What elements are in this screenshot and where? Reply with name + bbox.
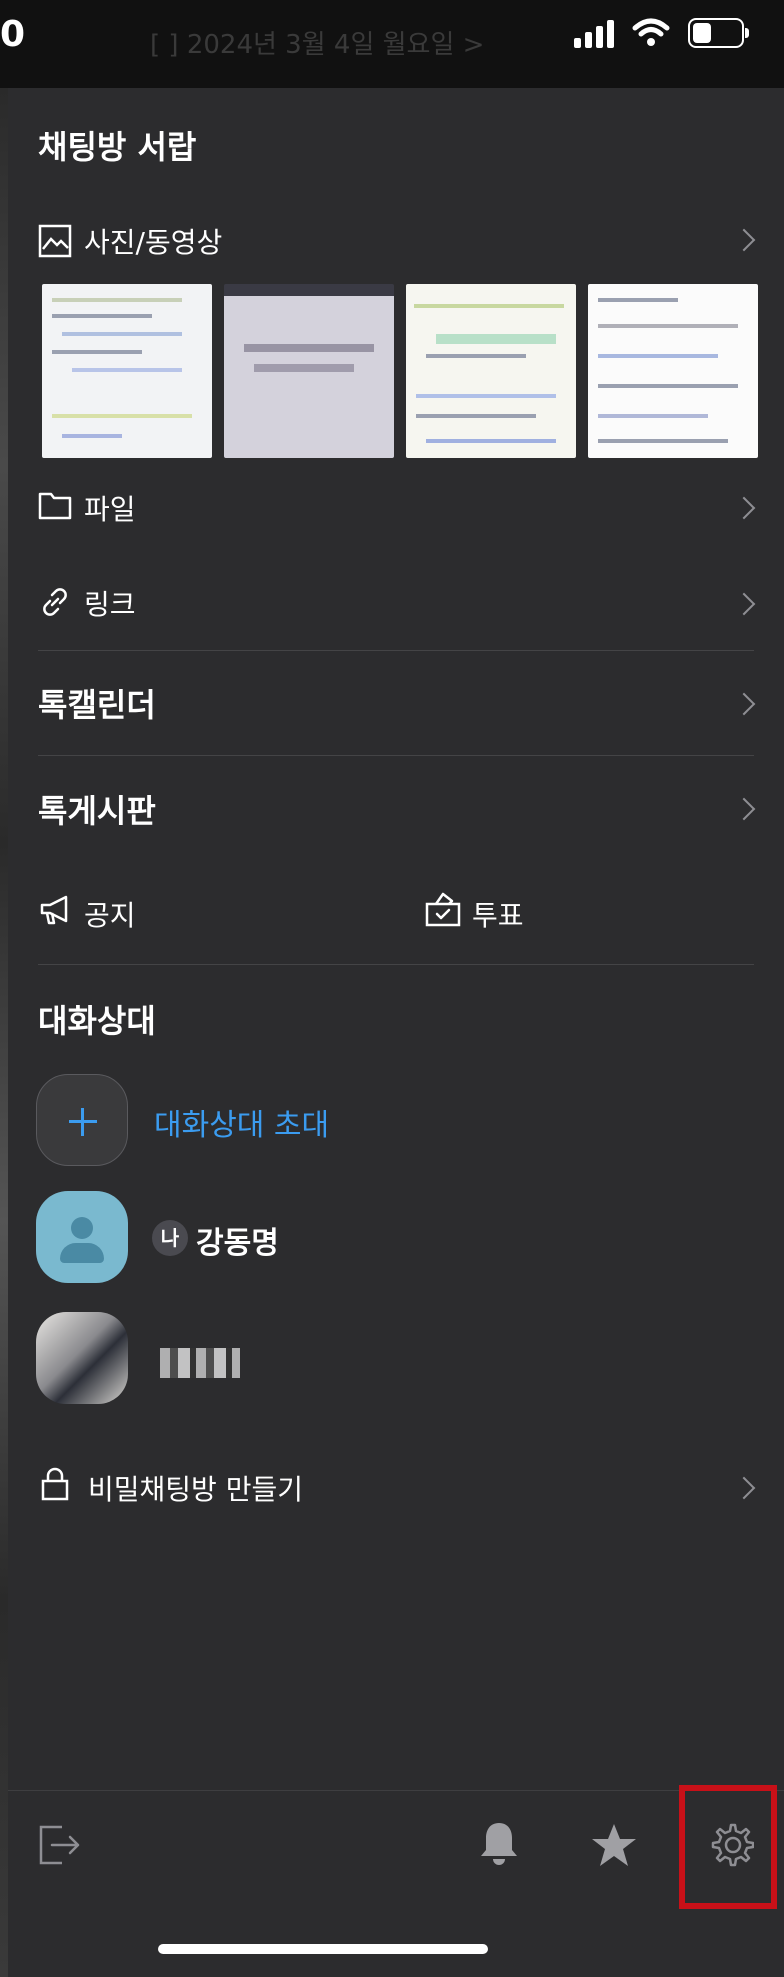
- lock-icon: [41, 1467, 69, 1501]
- links-label: 링크: [84, 588, 136, 621]
- talk-board-label: 톡게시판: [38, 792, 156, 830]
- status-icons: [574, 18, 749, 48]
- background-chat-edge: [0, 88, 8, 1977]
- ballot-box-icon: [425, 892, 461, 927]
- divider: [38, 650, 754, 651]
- star-icon[interactable]: [590, 1822, 638, 1868]
- media-label: 사진/동영상: [84, 226, 223, 259]
- invite-avatar: [36, 1074, 128, 1166]
- me-badge: 나: [152, 1220, 188, 1256]
- link-icon: [43, 588, 67, 616]
- member-name: 강동명: [196, 1226, 279, 1261]
- media-thumbnail[interactable]: [588, 284, 758, 458]
- create-secret-chat-label: 비밀채팅방 만들기: [88, 1473, 303, 1506]
- image-icon: [38, 224, 72, 258]
- divider: [38, 755, 754, 756]
- bell-icon[interactable]: [478, 1820, 520, 1868]
- media-thumbnail[interactable]: [406, 284, 576, 458]
- drawer-bottom-bar: [8, 1790, 784, 1901]
- members-title: 대화상대: [38, 1002, 156, 1040]
- divider: [38, 964, 754, 965]
- megaphone-icon: [40, 895, 68, 925]
- talk-calendar-label: 톡캘린더: [38, 686, 156, 724]
- status-bar: 0 [ ] 2024년 3월 4일 월요일 >: [0, 0, 784, 88]
- invite-member-label: 대화상대 초대: [154, 1108, 330, 1143]
- vote-label: 투표: [472, 899, 524, 932]
- media-thumbnail[interactable]: [224, 284, 394, 458]
- gear-highlight-box: [679, 1785, 777, 1909]
- member-name-redacted: [160, 1348, 240, 1378]
- battery-icon: [688, 18, 749, 48]
- cellular-signal-icon: [574, 18, 614, 48]
- avatar: [36, 1191, 128, 1283]
- avatar: [36, 1312, 128, 1404]
- folder-icon: [38, 492, 72, 520]
- exit-icon[interactable]: [38, 1824, 82, 1866]
- wifi-icon: [632, 18, 670, 46]
- media-thumbnail[interactable]: [42, 284, 212, 458]
- home-indicator: [158, 1944, 488, 1954]
- files-label: 파일: [84, 493, 136, 526]
- notice-label: 공지: [84, 899, 136, 932]
- drawer-title: 채팅방 서랍: [38, 128, 197, 166]
- person-icon: [71, 1217, 93, 1239]
- media-thumbnails: [42, 284, 758, 458]
- status-time: 0: [0, 14, 26, 55]
- status-ghost-text: [ ] 2024년 3월 4일 월요일 >: [150, 30, 485, 60]
